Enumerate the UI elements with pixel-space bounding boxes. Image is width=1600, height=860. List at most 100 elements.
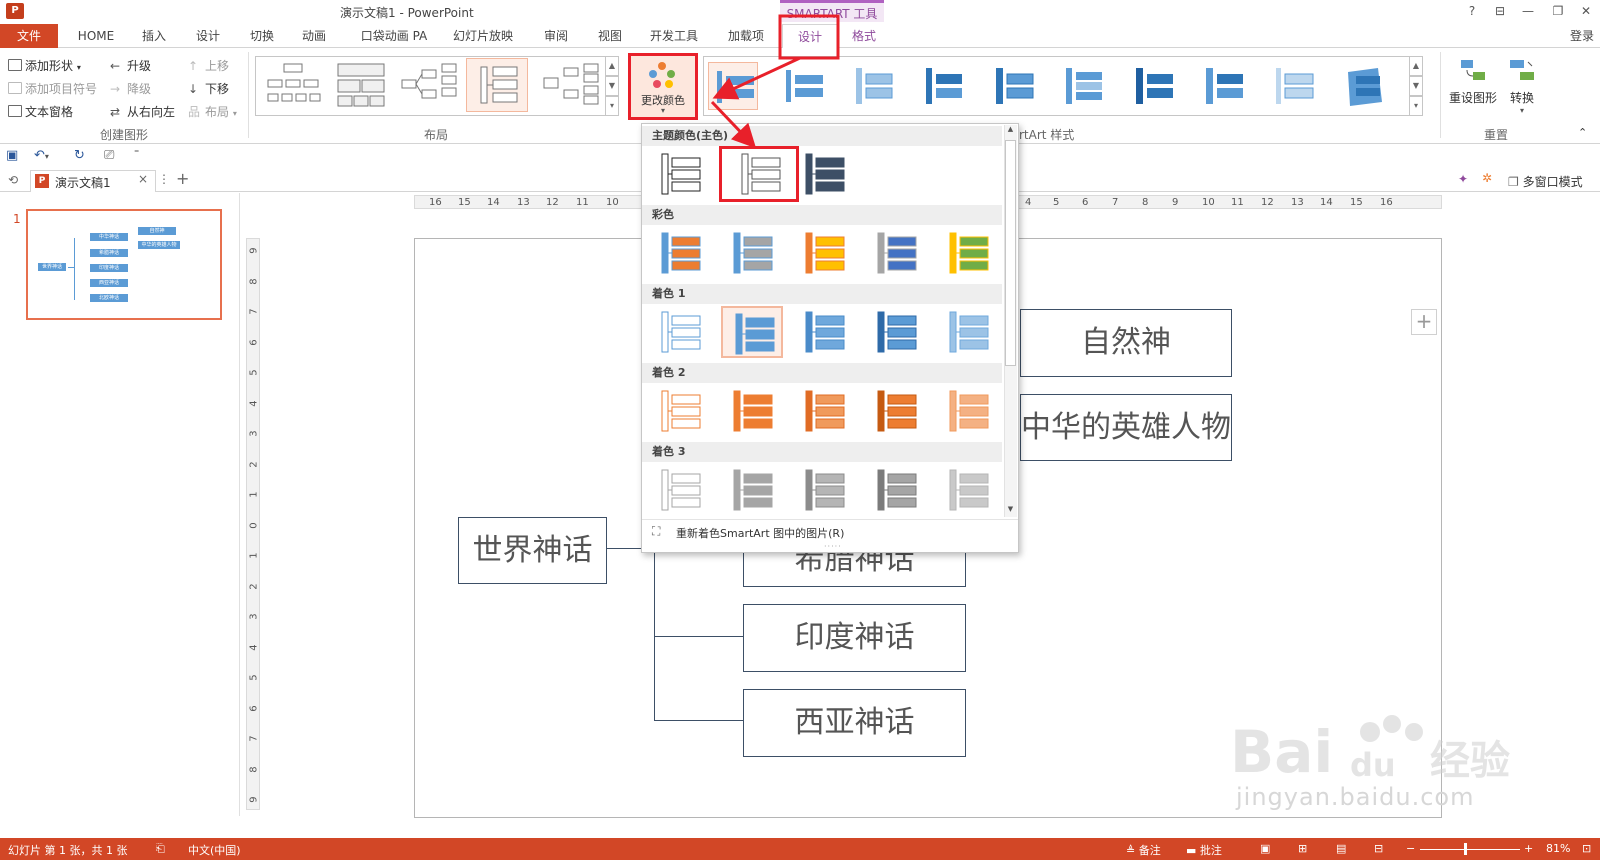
- color-option-3-3[interactable]: [793, 306, 855, 358]
- close-doc-tab-icon[interactable]: ×: [138, 172, 148, 186]
- move-up-button[interactable]: ↑ 上移: [188, 57, 229, 74]
- style-option-6[interactable]: [1058, 62, 1108, 110]
- tab-animations[interactable]: 动画: [292, 24, 336, 48]
- smartart-subnode[interactable]: 自然神: [1020, 309, 1232, 377]
- style-option-1[interactable]: [708, 62, 758, 110]
- layout-option-list-hierarchy-selected[interactable]: [466, 58, 528, 112]
- right-to-left-button[interactable]: ⇄ 从右向左: [110, 103, 175, 120]
- color-option-5-3[interactable]: [793, 464, 855, 516]
- powerpoint-app-icon[interactable]: P: [6, 3, 24, 19]
- notes-button[interactable]: ≜ 备注: [1126, 842, 1161, 858]
- collapse-ribbon-icon[interactable]: ⌃: [1578, 126, 1587, 139]
- layout-option-org-chart[interactable]: [262, 58, 324, 112]
- tab-design[interactable]: 设计: [186, 24, 230, 48]
- smartart-subnode[interactable]: 中华的英雄人物: [1020, 394, 1232, 461]
- scroll-up-icon[interactable]: ▲: [1005, 125, 1016, 137]
- color-option-5-1[interactable]: [649, 464, 711, 516]
- smartart-node[interactable]: 印度神话: [743, 604, 966, 672]
- color-option-1-3[interactable]: [793, 148, 855, 200]
- color-option-2-3[interactable]: [793, 227, 855, 279]
- style-option-7[interactable]: [1128, 62, 1178, 110]
- reset-graphic-button[interactable]: 重设图形: [1447, 56, 1499, 110]
- styles-more-icon[interactable]: ▾: [1409, 96, 1423, 116]
- slide-thumbnail[interactable]: 世界神话 中华神话 希腊神话 印度神话 西亚神话 北欧神话 自然神 中华的英雄人…: [26, 209, 222, 320]
- smartart-node[interactable]: 希腊神话: [743, 550, 966, 587]
- fit-to-window-icon[interactable]: ⊡: [1582, 842, 1591, 855]
- change-colors-button[interactable]: 更改颜色 ▾: [628, 53, 698, 120]
- start-slideshow-icon[interactable]: ⎚: [104, 148, 114, 163]
- color-option-4-2[interactable]: [721, 385, 783, 437]
- styles-scroll-up-icon[interactable]: ▲: [1409, 56, 1423, 76]
- layout-button[interactable]: 品布局 ▾: [188, 103, 237, 120]
- style-option-3[interactable]: [848, 62, 898, 110]
- reading-view-icon[interactable]: ▤: [1336, 842, 1346, 855]
- tab-addins[interactable]: 加载项: [718, 24, 774, 48]
- promote-button[interactable]: ← 升级: [110, 57, 151, 74]
- customize-qat-icon[interactable]: ⁼: [134, 148, 139, 159]
- dropdown-scroll-thumb[interactable]: [1005, 140, 1016, 366]
- normal-view-icon[interactable]: ▣: [1260, 842, 1270, 855]
- redo-icon[interactable]: ↻: [74, 148, 85, 163]
- resize-grip-icon[interactable]: ·····: [824, 542, 842, 551]
- color-option-5-2[interactable]: [721, 464, 783, 516]
- save-icon[interactable]: ▣: [6, 148, 18, 163]
- demote-button[interactable]: → 降级: [110, 80, 151, 97]
- settings-gear-icon[interactable]: ✲: [1482, 171, 1492, 185]
- scroll-down-icon[interactable]: ▼: [1005, 505, 1016, 517]
- zoom-level[interactable]: 81%: [1546, 842, 1570, 855]
- add-shape-button[interactable]: 添加形状 ▾: [8, 57, 81, 74]
- magic-wand-icon[interactable]: ✦: [1458, 172, 1468, 186]
- doc-tab-menu-icon[interactable]: ⋮: [158, 172, 170, 186]
- tab-view[interactable]: 视图: [588, 24, 632, 48]
- color-option-3-5[interactable]: [937, 306, 999, 358]
- layout-scroll-down-icon[interactable]: ▼: [605, 76, 619, 96]
- slide-sorter-icon[interactable]: ⊞: [1298, 842, 1307, 855]
- color-option-5-4[interactable]: [865, 464, 927, 516]
- language-indicator[interactable]: 中文(中国): [188, 842, 241, 858]
- tab-home[interactable]: HOME: [70, 24, 122, 48]
- new-doc-tab-icon[interactable]: +: [176, 169, 189, 188]
- close-window-icon[interactable]: ✕: [1572, 2, 1600, 20]
- tab-file[interactable]: 文件: [0, 24, 58, 48]
- color-option-2-2[interactable]: [721, 227, 783, 279]
- tab-pocket-animation[interactable]: 口袋动画 PA: [350, 24, 438, 48]
- tab-developer[interactable]: 开发工具: [642, 24, 706, 48]
- move-down-button[interactable]: ↓ 下移: [188, 80, 229, 97]
- style-option-10[interactable]: [1338, 62, 1388, 110]
- login-link[interactable]: 登录: [1570, 27, 1594, 44]
- tab-slideshow[interactable]: 幻灯片放映: [444, 24, 522, 48]
- zoom-in-icon[interactable]: +: [1524, 842, 1533, 855]
- layout-scroll-up-icon[interactable]: ▲: [605, 56, 619, 76]
- color-option-3-4[interactable]: [865, 306, 927, 358]
- layout-more-icon[interactable]: ▾: [605, 96, 619, 116]
- minimize-icon[interactable]: —: [1514, 2, 1542, 20]
- style-option-5[interactable]: [988, 62, 1038, 110]
- color-option-4-4[interactable]: [865, 385, 927, 437]
- smartart-root-node[interactable]: 世界神话: [458, 517, 607, 584]
- tab-insert[interactable]: 插入: [132, 24, 176, 48]
- style-option-4[interactable]: [918, 62, 968, 110]
- color-option-4-3[interactable]: [793, 385, 855, 437]
- smartart-node[interactable]: 西亚神话: [743, 689, 966, 757]
- undo-icon[interactable]: ↶▾: [34, 148, 49, 163]
- style-option-2[interactable]: [778, 62, 828, 110]
- zoom-slider[interactable]: [1420, 849, 1520, 850]
- multi-window-mode-button[interactable]: ❐ 多窗口模式: [1508, 173, 1583, 190]
- convert-button[interactable]: 转换 ▾: [1500, 56, 1544, 115]
- ribbon-display-options-icon[interactable]: ⊟: [1486, 2, 1514, 20]
- color-option-4-1[interactable]: [649, 385, 711, 437]
- tab-smartart-design[interactable]: 设计: [782, 24, 838, 48]
- color-option-1-2[interactable]: [719, 146, 799, 202]
- color-option-2-4[interactable]: [865, 227, 927, 279]
- styles-scroll-down-icon[interactable]: ▼: [1409, 76, 1423, 96]
- text-pane-button[interactable]: 文本窗格: [8, 103, 73, 120]
- style-option-9[interactable]: [1268, 62, 1318, 110]
- color-option-3-2[interactable]: [721, 306, 783, 358]
- restore-icon[interactable]: ❐: [1544, 2, 1572, 20]
- style-option-8[interactable]: [1198, 62, 1248, 110]
- color-option-1-1[interactable]: [649, 148, 711, 200]
- recent-docs-icon[interactable]: ⟲: [8, 173, 18, 187]
- color-option-2-1[interactable]: [649, 227, 711, 279]
- zoom-out-icon[interactable]: −: [1406, 842, 1415, 855]
- add-bullet-button[interactable]: 添加项目符号: [8, 80, 97, 97]
